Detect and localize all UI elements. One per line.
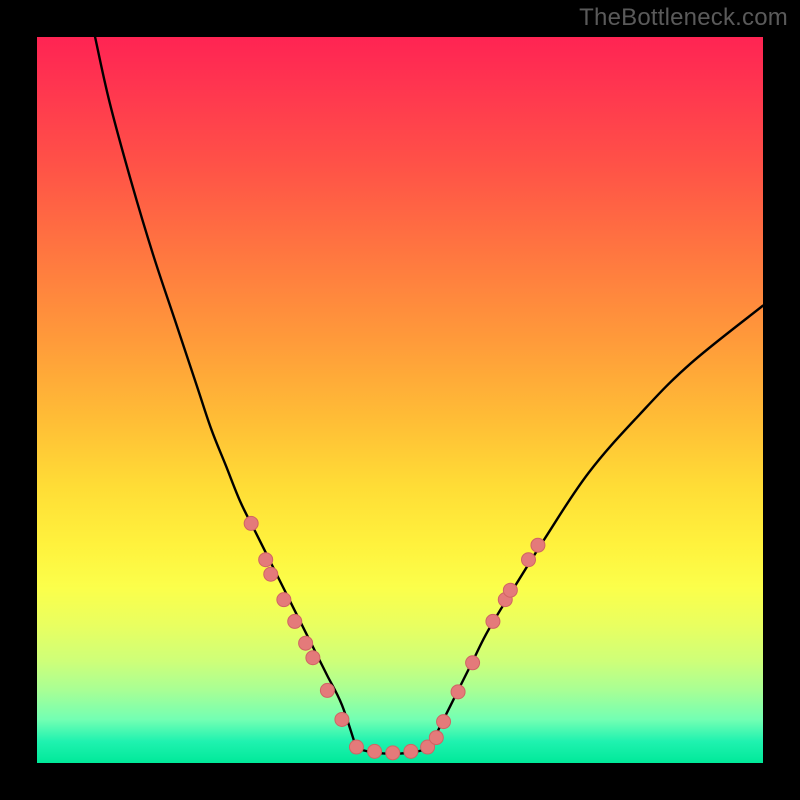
data-point: [451, 685, 465, 699]
data-point: [386, 746, 400, 760]
watermark-text: TheBottleneck.com: [579, 4, 788, 32]
data-point: [437, 715, 451, 729]
bottleneck-curve: [95, 37, 763, 754]
data-point: [335, 712, 349, 726]
data-point: [368, 744, 382, 758]
data-point: [320, 683, 334, 697]
data-point: [244, 516, 258, 530]
plot-area: [37, 37, 763, 763]
data-point: [288, 614, 302, 628]
data-point: [306, 651, 320, 665]
data-point: [404, 744, 418, 758]
data-point: [259, 553, 273, 567]
data-point: [531, 538, 545, 552]
chart-svg: [37, 37, 763, 763]
data-point: [277, 593, 291, 607]
data-point: [349, 740, 363, 754]
data-point: [264, 567, 278, 581]
data-point: [429, 731, 443, 745]
data-point: [522, 553, 536, 567]
data-point: [466, 656, 480, 670]
data-point: [503, 583, 517, 597]
marker-group: [244, 516, 545, 759]
data-point: [299, 636, 313, 650]
data-point: [486, 614, 500, 628]
outer-frame: TheBottleneck.com: [0, 0, 800, 800]
